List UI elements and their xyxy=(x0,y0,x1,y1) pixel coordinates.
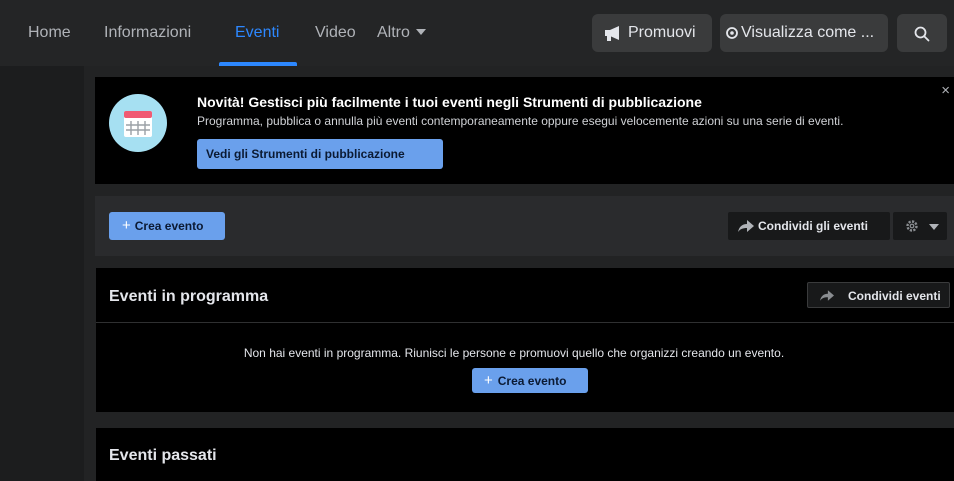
banner-description: Programma, pubblica o annulla più eventi… xyxy=(197,114,844,128)
create-event-label: Crea evento xyxy=(497,374,567,388)
tab-altro-label: Altro xyxy=(377,24,410,41)
upcoming-events-title: Eventi in programma xyxy=(109,288,269,305)
tab-eventi[interactable]: Eventi xyxy=(235,0,279,66)
megaphone-icon xyxy=(604,25,624,41)
close-icon[interactable]: × xyxy=(941,83,950,98)
calendar-icon xyxy=(109,94,167,152)
gear-icon xyxy=(905,219,919,233)
tab-altro[interactable]: Altro xyxy=(377,0,426,66)
promote-label: Promuovi xyxy=(628,24,696,41)
publishing-tools-banner: Novità! Gestisci più facilmente i tuoi e… xyxy=(95,77,954,184)
view-publishing-tools-button[interactable]: Vedi gli Strumenti di pubblicazione xyxy=(197,139,443,169)
share-events-label: Condividi eventi xyxy=(848,289,941,303)
page-tabs-bar: Home Informazioni Eventi Video Altro Pro… xyxy=(0,0,954,66)
create-event-button[interactable]: + Crea evento xyxy=(109,212,225,240)
past-events-title: Eventi passati xyxy=(109,447,217,464)
share-all-events-label: Condividi gli eventi xyxy=(758,219,869,233)
create-event-button-empty-state[interactable]: + Crea evento xyxy=(472,368,588,393)
no-events-message: Non hai eventi in programma. Riunisci le… xyxy=(243,346,785,360)
banner-title: Novità! Gestisci più facilmente i tuoi e… xyxy=(197,94,702,110)
view-as-button[interactable]: Visualizza come ... xyxy=(720,14,888,52)
chevron-down-icon xyxy=(415,28,426,35)
eye-icon xyxy=(726,27,738,39)
plus-icon: + xyxy=(122,217,131,234)
share-arrow-icon xyxy=(738,220,754,232)
tab-video[interactable]: Video xyxy=(315,0,356,66)
tab-home[interactable]: Home xyxy=(28,0,71,66)
search-button[interactable] xyxy=(897,14,947,52)
past-events-card xyxy=(96,428,954,481)
create-event-label: Crea evento xyxy=(134,219,204,233)
left-margin xyxy=(0,66,84,481)
share-events-button[interactable]: Condividi eventi xyxy=(807,282,950,308)
plus-icon: + xyxy=(484,372,493,389)
search-icon xyxy=(914,26,930,42)
active-tab-indicator xyxy=(219,62,297,66)
share-arrow-icon xyxy=(820,290,834,301)
view-as-label: Visualizza come ... xyxy=(741,24,875,41)
promote-button[interactable]: Promuovi xyxy=(592,14,712,52)
settings-dropdown-button[interactable] xyxy=(893,212,947,240)
share-all-events-button[interactable]: Condividi gli eventi xyxy=(728,212,890,240)
tab-informazioni[interactable]: Informazioni xyxy=(104,0,191,66)
chevron-down-icon xyxy=(929,224,939,230)
section-divider xyxy=(96,322,954,323)
